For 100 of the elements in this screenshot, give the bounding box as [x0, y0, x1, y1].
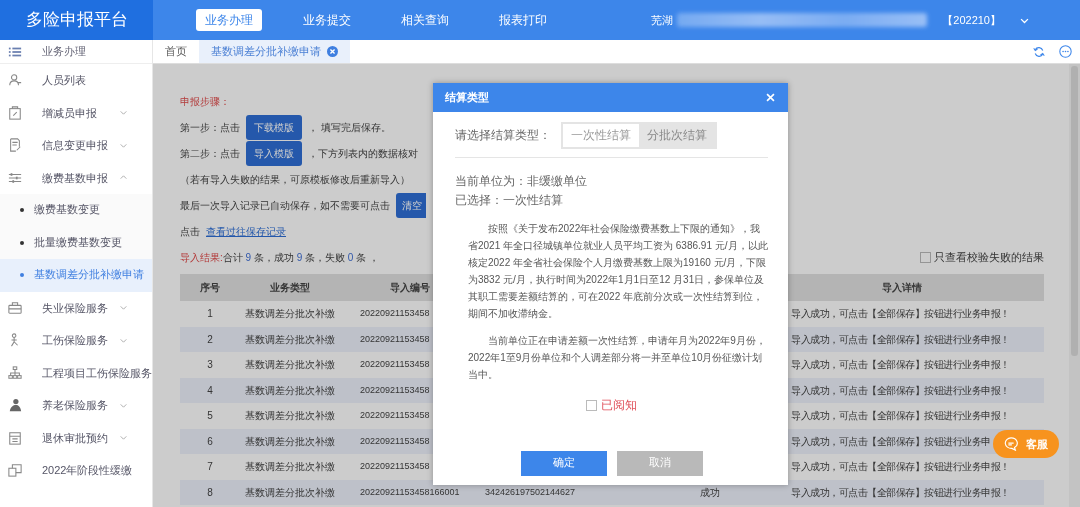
page-tab[interactable]: 首页 — [153, 40, 199, 63]
copy-icon — [8, 463, 22, 478]
import-result: 导入结果:合计 9 条，成功 9 条，失败 0 条 ， — [180, 250, 379, 265]
selection-info: 已选择：一次性结算 — [455, 192, 564, 210]
step-text: 第一步：点击 — [180, 120, 240, 135]
table-cell-text: 20220921153458 — [360, 460, 430, 473]
step-text: 最后一次导入记录已自动保存，如不需要可点击 — [180, 198, 390, 213]
hierarchy-icon — [8, 365, 22, 380]
column-header: 序号 — [200, 281, 220, 295]
table-cell-text: 导入成功，可点击【全部保存】按钮进行业务申 — [791, 434, 991, 449]
table-cell: 342426197502144627 — [484, 485, 576, 499]
table-cell-text: 2 — [207, 332, 213, 347]
dialog-title: 结算类型 — [445, 90, 489, 106]
action-button[interactable]: 导入模版 — [246, 140, 302, 166]
sidebar-item[interactable]: 人员列表 — [42, 72, 86, 89]
sidebar-subitem[interactable]: 基数调差分批补缴申请 — [0, 259, 152, 292]
notice-paragraph: 当前单位正在申请差额一次性结算，申请年月为2022年9月份，2022年1至9月份单位和个人调差部分将一并至单位10月份征缴计划当中。 — [468, 334, 767, 383]
table-cell-text: 基数调差分批次补缴 — [245, 332, 335, 347]
sidebar-item[interactable]: 工程项目工伤保险服务 — [42, 364, 152, 381]
period-label: 【202210】 — [942, 12, 1001, 28]
step-text: ， 填写完后保存。 — [308, 120, 391, 135]
nav-tab[interactable]: 报表打印 — [490, 9, 556, 31]
table-cell: 20220921153458 — [360, 332, 430, 346]
table-cell-text: 3 — [207, 358, 213, 373]
user-name: 芜湖 — [651, 12, 674, 28]
segment-option[interactable]: 一次性结算 — [563, 124, 639, 148]
sidebar-heading: 业务办理 — [42, 44, 86, 60]
page-tab[interactable]: 基数调差分批补缴申请 — [199, 40, 350, 63]
sidebar-item[interactable]: 工伤保险服务 — [42, 332, 108, 349]
table-cell-text: 导入成功，可点击【全部保存】按钮进行业务申报！ — [791, 485, 1010, 500]
sidebar-item[interactable]: 2022年阶段性缓缴 — [42, 462, 133, 479]
briefcase-icon — [8, 300, 22, 315]
table-cell-text: 8 — [207, 485, 213, 500]
step-text: 第二步：点击 — [180, 146, 240, 161]
segment-option[interactable]: 分批次结算 — [639, 124, 715, 148]
sidebar-subitem[interactable]: 缴费基数变更 — [0, 194, 152, 227]
table-cell-text: 20220921153458 — [360, 409, 430, 422]
table-cell-text: 导入成功，可点击【全部保存】按钮进行业务申报！ — [791, 383, 1010, 398]
table-cell-text: 导入成功，可点击【全部保存】按钮进行业务申报！ — [791, 460, 1010, 475]
sidebar-item[interactable]: 退休审批预约 — [42, 429, 108, 446]
sidebar-item[interactable]: 增减员申报 — [42, 104, 97, 121]
table-cell-text: 7 — [207, 460, 213, 475]
scrollbar[interactable] — [1069, 64, 1080, 507]
refresh-icon[interactable] — [1033, 45, 1045, 58]
column-header: 导入详情 — [882, 281, 922, 295]
table-cell-text: 基数调差分批次补缴 — [245, 383, 335, 398]
table-cell: 20220921153458 — [360, 434, 430, 448]
action-button[interactable]: 下载模版 — [246, 114, 302, 140]
more-icon[interactable] — [1059, 45, 1072, 58]
sidebar-item[interactable]: 缴费基数申报 — [42, 169, 108, 186]
close-icon[interactable] — [327, 46, 338, 57]
checkbox-label: 已阅知 — [601, 397, 637, 415]
nav-tab[interactable]: 相关查询 — [392, 9, 458, 31]
sidebar-item[interactable]: 养老保险服务 — [42, 397, 108, 414]
checkbox-label: 只查看校验失败的结果 — [934, 249, 1044, 265]
table-cell-text: 20220921153458 — [360, 307, 430, 320]
action-button[interactable]: 清空 — [396, 192, 426, 218]
table-cell-text: 基数调差分批次补缴 — [245, 460, 335, 475]
checkbox[interactable] — [920, 251, 932, 263]
person-icon — [8, 398, 22, 413]
table-cell-text: 6 — [207, 434, 213, 449]
sidebar-item[interactable]: 信息变更申报 — [42, 137, 108, 154]
close-button[interactable] — [765, 92, 776, 103]
sidebar-subitem[interactable]: 批量缴费基数变更 — [0, 226, 152, 259]
table-cell: 20220921153458166001 — [360, 485, 460, 499]
notice-paragraph: 按照《关于发布2022年社会保险缴费基数上下限的通知》，我省2021 年全口径城镇单位就业人员平均工资为 6386.91 元/月，以此核定2022 年全省社会保险个人月缴费基数上限为19160 元/月，下限为3832 元/月，执行时间为2022年1月1日至12 月31日，参保单位及其职工需要差额结算的，可在2022 年底前分次或一次性结算到位，期间不加收滞纳金。 — [468, 222, 768, 322]
section-title: 申报步骤： — [180, 94, 230, 109]
sliders-icon — [8, 170, 22, 185]
table-cell-text: 基数调差分批次补缴 — [245, 358, 335, 373]
sidebar-item[interactable]: 失业保险服务 — [42, 299, 108, 316]
table-cell-text: 导入成功，可点击【全部保存】按钮进行业务申报！ — [791, 332, 1010, 347]
table-cell-text: 基数调差分批次补缴 — [245, 485, 335, 500]
table-cell-text: 20220921153458 — [360, 358, 430, 371]
table-cell-text: 导入成功，可点击【全部保存】按钮进行业务申报！ — [791, 409, 1010, 424]
table-cell: 20220921153458 — [360, 383, 430, 397]
table-cell-text: 基数调差分批次补缴 — [245, 409, 335, 424]
field-label: 请选择结算类型： — [455, 127, 551, 144]
nav-tab[interactable]: 业务办理 — [196, 9, 262, 31]
table-cell-text: 4 — [207, 383, 213, 398]
chevron-down-icon[interactable] — [119, 108, 128, 118]
step-text: 点击 — [180, 224, 200, 239]
app-title: 多险申报平台 — [0, 0, 153, 40]
nav-tab[interactable]: 业务提交 — [294, 9, 360, 31]
person-icon — [8, 73, 22, 88]
table-cell-text: 导入成功，可点击【全部保存】按钮进行业务申报！ — [791, 307, 1010, 322]
table-cell-text: 5 — [207, 409, 213, 424]
unit-info: 当前单位为：非缓缴单位 — [455, 173, 588, 191]
chevron-down-icon[interactable] — [119, 303, 128, 313]
column-header: 业务类型 — [270, 281, 310, 295]
note-text: （若有导入失败的结果，可原模板修改后重新导入） — [180, 172, 410, 187]
chat-icon — [1004, 437, 1018, 451]
checkbox[interactable] — [586, 400, 597, 412]
calendar-icon — [8, 430, 22, 445]
close-icon — [765, 92, 776, 103]
confirm-button[interactable]: 确定 — [520, 451, 607, 476]
chevron-down-icon[interactable] — [119, 433, 128, 443]
table-cell-text: 1 — [207, 307, 213, 322]
history-link[interactable]: 查看过往保存记录 — [206, 223, 286, 239]
table-cell-text: 基数调差分批次补缴 — [245, 307, 335, 322]
table-cell-text: 导入成功，可点击【全部保存】按钮进行业务申报！ — [791, 358, 1010, 373]
